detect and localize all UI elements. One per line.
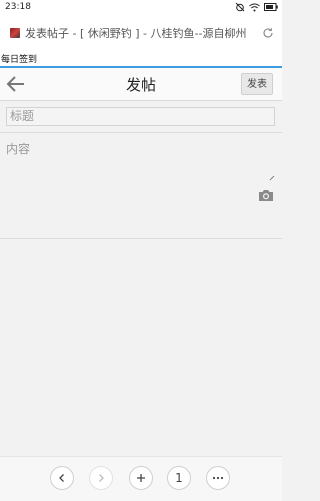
status-time: 23:18	[5, 2, 31, 12]
title-input[interactable]: 标题	[6, 107, 275, 126]
new-tab-button[interactable]	[129, 466, 153, 490]
tabs-count: 1	[175, 471, 183, 485]
status-icons	[235, 1, 278, 13]
new-tab-icon	[137, 474, 145, 482]
page-title: 发帖	[125, 76, 156, 94]
browser-address-bar[interactable]: 发表帖子 - [ 休闲野钓 ] - 八桂钓鱼--源自柳州	[0, 14, 282, 53]
battery-icon	[264, 3, 278, 11]
publish-button[interactable]: 发表	[241, 73, 273, 95]
nav-forward-button[interactable]	[89, 466, 113, 490]
resize-handle-icon[interactable]	[269, 175, 275, 181]
content-textarea[interactable]: 内容	[6, 140, 274, 180]
page-title-text: 发表帖子 - [ 休闲野钓 ] - 八桂钓鱼--源自柳州	[25, 27, 247, 40]
site-favicon-icon	[10, 28, 20, 38]
divider	[0, 238, 282, 239]
more-menu-button[interactable]	[206, 466, 230, 490]
alarm-off-icon	[235, 2, 245, 12]
status-bar: 23:18	[0, 0, 282, 14]
signin-link[interactable]: 每日签到	[1, 52, 37, 65]
divider	[0, 132, 282, 133]
more-icon	[212, 476, 224, 480]
forward-icon	[99, 474, 104, 482]
tabs-count-button[interactable]: 1	[167, 466, 191, 490]
signin-strip[interactable]: 每日签到	[0, 52, 282, 66]
reload-icon[interactable]	[262, 27, 274, 39]
wifi-icon	[249, 3, 260, 11]
back-icon	[59, 474, 64, 482]
nav-back-button[interactable]	[50, 466, 74, 490]
camera-icon[interactable]	[258, 188, 274, 202]
page-header: 发帖 发表	[0, 68, 282, 101]
page-title-strip[interactable]: 发表帖子 - [ 休闲野钓 ] - 八桂钓鱼--源自柳州	[0, 20, 250, 46]
browser-bottom-nav: 1	[0, 456, 282, 501]
